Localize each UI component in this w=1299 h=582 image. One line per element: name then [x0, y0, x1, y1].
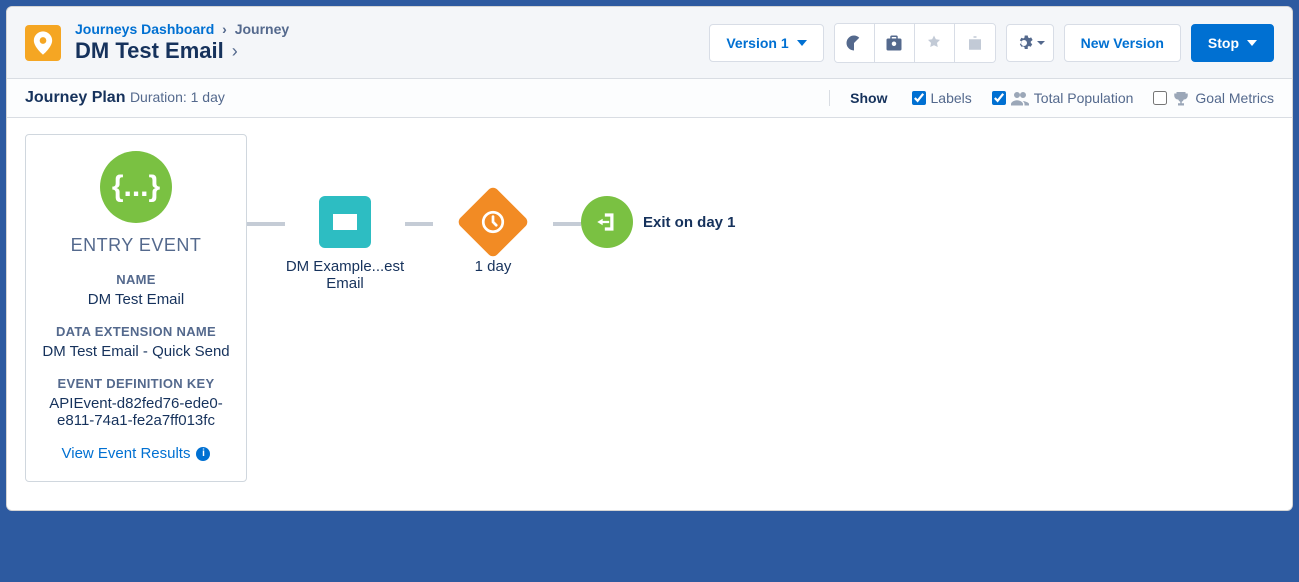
entry-event-icon: {...}: [100, 151, 172, 223]
trophy-icon: [1172, 90, 1190, 106]
analytics-button[interactable]: [835, 24, 875, 62]
toolbar-group: [834, 23, 996, 63]
breadcrumb-current: Journey: [235, 21, 289, 37]
version-dropdown[interactable]: Version 1: [709, 24, 823, 62]
toggle-total-population[interactable]: Total Population: [992, 90, 1134, 106]
people-icon: [1011, 90, 1029, 106]
breadcrumb-root[interactable]: Journeys Dashboard: [75, 21, 214, 37]
toggle-labels[interactable]: Labels: [912, 90, 972, 106]
exit-node[interactable]: Exit on day 1: [581, 196, 736, 248]
info-icon: i: [196, 447, 210, 461]
show-label: Show: [850, 90, 887, 106]
subheader: Journey Plan Duration: 1 day Show Labels…: [7, 79, 1292, 118]
test-button[interactable]: [875, 24, 915, 62]
title-chevron-icon[interactable]: ›: [232, 41, 238, 62]
gear-icon: [1015, 34, 1033, 52]
journey-canvas: {...} ENTRY EVENT NAME DM Test Email DAT…: [7, 118, 1292, 510]
goal-button[interactable]: [915, 24, 955, 62]
new-version-button[interactable]: New Version: [1064, 24, 1181, 62]
exit-criteria-button[interactable]: [955, 24, 995, 62]
header-bar: Journeys Dashboard › Journey DM Test Ema…: [7, 7, 1292, 79]
entry-event-card[interactable]: {...} ENTRY EVENT NAME DM Test Email DAT…: [25, 134, 247, 482]
breadcrumb[interactable]: Journeys Dashboard › Journey: [75, 21, 289, 37]
wait-activity-node[interactable]: 1 day: [433, 196, 553, 275]
connector: [405, 222, 433, 226]
flow-row: DM Example...est Email 1 day Exit on day…: [247, 134, 1274, 292]
duration-label: Duration: 1 day: [130, 89, 225, 105]
settings-dropdown[interactable]: [1006, 24, 1054, 62]
clock-icon: [456, 185, 530, 259]
journey-plan-label: Journey Plan: [25, 89, 125, 106]
connector: [553, 222, 581, 226]
email-icon: [319, 196, 371, 248]
journey-icon: [25, 25, 61, 61]
email-activity-node[interactable]: DM Example...est Email: [285, 196, 405, 292]
toggle-goal-metrics[interactable]: Goal Metrics: [1153, 90, 1274, 106]
journey-builder-window: Journeys Dashboard › Journey DM Test Ema…: [6, 6, 1293, 511]
entry-card-title: ENTRY EVENT: [36, 235, 236, 256]
chevron-down-icon: [1247, 40, 1257, 46]
stop-button[interactable]: Stop: [1191, 24, 1274, 62]
chevron-down-icon: [1037, 41, 1045, 45]
connector: [247, 222, 285, 226]
page-title: DM Test Email: [75, 38, 224, 64]
view-event-results-link[interactable]: View Event Results i: [62, 445, 211, 462]
chevron-down-icon: [797, 40, 807, 46]
exit-icon: [581, 196, 633, 248]
